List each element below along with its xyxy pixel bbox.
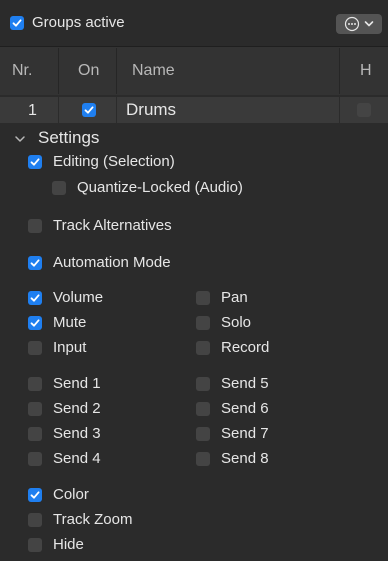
send-5-checkbox[interactable] bbox=[196, 377, 210, 391]
checkmark-icon bbox=[30, 319, 40, 327]
column-header-h[interactable]: H bbox=[360, 62, 372, 80]
ellipsis-circle-icon bbox=[344, 16, 360, 32]
volume-checkbox[interactable] bbox=[28, 291, 42, 305]
disclosure-chevron-icon[interactable] bbox=[14, 134, 26, 144]
settings-title[interactable]: Settings bbox=[38, 129, 99, 147]
checkmark-icon bbox=[30, 158, 40, 166]
record-label: Record bbox=[221, 339, 270, 356]
send-4-checkbox[interactable] bbox=[28, 452, 42, 466]
column-divider bbox=[116, 97, 117, 123]
hide-label: Hide bbox=[53, 536, 84, 553]
send-8-checkbox[interactable] bbox=[196, 452, 210, 466]
quantize-label: Quantize-Locked (Audio) bbox=[77, 179, 243, 196]
send-4-label: Send 4 bbox=[53, 450, 101, 467]
send-1-label: Send 1 bbox=[53, 375, 101, 392]
record-checkbox[interactable] bbox=[196, 341, 210, 355]
column-divider bbox=[58, 48, 59, 94]
send-8-label: Send 8 bbox=[221, 450, 269, 467]
chevron-down-icon bbox=[364, 21, 374, 27]
automation-mode-label: Automation Mode bbox=[53, 254, 171, 271]
color-label: Color bbox=[53, 486, 89, 503]
checkmark-icon bbox=[30, 491, 40, 499]
group-on-checkbox[interactable] bbox=[82, 103, 96, 117]
mute-checkbox[interactable] bbox=[28, 316, 42, 330]
send-3-label: Send 3 bbox=[53, 425, 101, 442]
send-6-label: Send 6 bbox=[221, 400, 269, 417]
send-2-checkbox[interactable] bbox=[28, 402, 42, 416]
group-name[interactable]: Drums bbox=[126, 101, 176, 119]
automation-mode-checkbox[interactable] bbox=[28, 256, 42, 270]
solo-label: Solo bbox=[221, 314, 252, 331]
column-header-name[interactable]: Name bbox=[132, 62, 175, 80]
checkmark-icon bbox=[84, 106, 94, 114]
column-header-on[interactable]: On bbox=[78, 62, 99, 80]
pan-checkbox[interactable] bbox=[196, 291, 210, 305]
groups-active-label: Groups active bbox=[32, 14, 125, 31]
track-zoom-label: Track Zoom bbox=[53, 511, 133, 528]
pan-label: Pan bbox=[221, 289, 248, 306]
send-7-label: Send 7 bbox=[221, 425, 269, 442]
send-6-checkbox[interactable] bbox=[196, 402, 210, 416]
color-checkbox[interactable] bbox=[28, 488, 42, 502]
send-7-checkbox[interactable] bbox=[196, 427, 210, 441]
column-divider bbox=[58, 97, 59, 123]
group-menu-button[interactable] bbox=[336, 14, 382, 34]
column-header-nr[interactable]: Nr. bbox=[12, 62, 32, 80]
groups-active-checkbox[interactable] bbox=[10, 16, 24, 30]
send-2-label: Send 2 bbox=[53, 400, 101, 417]
input-label: Input bbox=[53, 339, 87, 356]
track-zoom-checkbox[interactable] bbox=[28, 513, 42, 527]
editing-checkbox[interactable] bbox=[28, 155, 42, 169]
send-3-checkbox[interactable] bbox=[28, 427, 42, 441]
group-hide-checkbox[interactable] bbox=[357, 103, 371, 117]
column-divider bbox=[116, 48, 117, 94]
mute-label: Mute bbox=[53, 314, 87, 331]
quantize-checkbox[interactable] bbox=[52, 181, 66, 195]
checkmark-icon bbox=[30, 259, 40, 267]
column-divider bbox=[339, 97, 340, 123]
checkmark-icon bbox=[12, 19, 22, 27]
solo-checkbox[interactable] bbox=[196, 316, 210, 330]
editing-label: Editing (Selection) bbox=[53, 153, 175, 170]
input-checkbox[interactable] bbox=[28, 341, 42, 355]
hide-checkbox[interactable] bbox=[28, 538, 42, 552]
track-alternatives-checkbox[interactable] bbox=[28, 219, 42, 233]
checkmark-icon bbox=[30, 294, 40, 302]
track-alternatives-label: Track Alternatives bbox=[53, 217, 172, 234]
send-1-checkbox[interactable] bbox=[28, 377, 42, 391]
send-5-label: Send 5 bbox=[221, 375, 269, 392]
volume-label: Volume bbox=[53, 289, 104, 306]
group-number: 1 bbox=[28, 102, 37, 119]
column-divider bbox=[339, 48, 340, 94]
